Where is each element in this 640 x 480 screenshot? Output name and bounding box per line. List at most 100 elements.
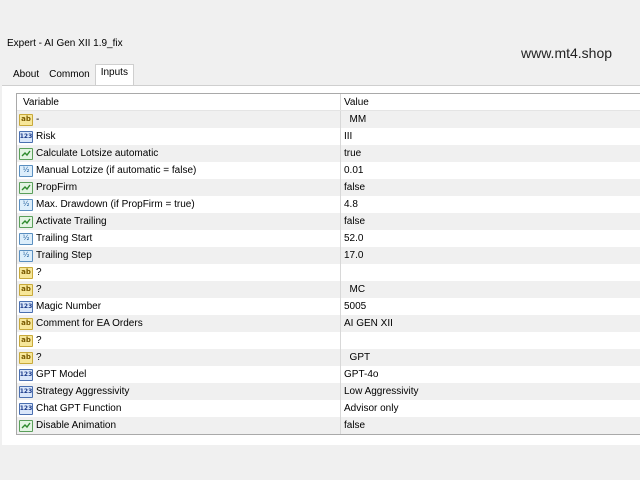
- variable-cell: ab?: [17, 264, 340, 281]
- variable-label: ?: [36, 352, 42, 363]
- value-cell[interactable]: false: [340, 179, 640, 196]
- value-cell[interactable]: 17.0: [340, 247, 640, 264]
- header-variable[interactable]: Variable: [17, 94, 340, 110]
- table-row[interactable]: ab Comment for EA Orders AI GEN XII: [17, 315, 640, 332]
- table-row[interactable]: 123 GPT Model GPT-4o: [17, 366, 640, 383]
- variable-cell: ab -: [17, 111, 340, 128]
- variable-label: PropFirm: [36, 182, 78, 193]
- integer-icon: 123: [19, 385, 33, 398]
- value-cell[interactable]: MM: [340, 111, 640, 128]
- integer-icon: 123: [19, 368, 33, 381]
- variable-label: Manual Lotzize (if automatic = false): [36, 165, 197, 176]
- tab-bar: About Common Inputs: [8, 64, 134, 86]
- variable-cell: ½ Manual Lotzize (if automatic = false): [17, 162, 340, 179]
- variable-label: GPT Model: [36, 369, 87, 380]
- value-cell[interactable]: Advisor only: [340, 400, 640, 417]
- table-row[interactable]: ½ Trailing Step 17.0: [17, 247, 640, 264]
- value-cell[interactable]: AI GEN XII: [340, 315, 640, 332]
- header-value[interactable]: Value: [340, 94, 640, 110]
- table-row[interactable]: PropFirm false: [17, 179, 640, 196]
- value-cell[interactable]: 0.01: [340, 162, 640, 179]
- variable-label: Trailing Start: [36, 233, 93, 244]
- string-icon: ab: [19, 266, 33, 279]
- tab-about[interactable]: About: [8, 66, 45, 86]
- variable-cell: 123 Strategy Aggressivity: [17, 383, 340, 400]
- inputs-grid: Variable Value ab - MM 123 Risk III Calculate…: [16, 93, 640, 435]
- tab-inputs[interactable]: Inputs: [94, 64, 134, 86]
- double-icon: ½: [19, 249, 33, 262]
- table-row[interactable]: ab - MM: [17, 111, 640, 128]
- string-icon: ab: [19, 317, 33, 330]
- variable-cell: ½ Max. Drawdown (if PropFirm = true): [17, 196, 340, 213]
- table-row[interactable]: ab? GPT: [17, 349, 640, 366]
- double-icon: ½: [19, 198, 33, 211]
- table-row[interactable]: ab?: [17, 332, 640, 349]
- variable-label: Activate Trailing: [36, 216, 107, 227]
- variable-label: ?: [36, 284, 42, 295]
- variable-label: Calculate Lotsize automatic: [36, 148, 159, 159]
- value-cell[interactable]: 4.8: [340, 196, 640, 213]
- variable-label: ?: [36, 267, 42, 278]
- string-icon: ab: [19, 283, 33, 296]
- value-cell[interactable]: MC: [340, 281, 640, 298]
- variable-cell: 123 Risk: [17, 128, 340, 145]
- table-row[interactable]: ½ Trailing Start 52.0: [17, 230, 640, 247]
- integer-icon: 123: [19, 300, 33, 313]
- value-cell[interactable]: [340, 264, 640, 281]
- tab-common[interactable]: Common: [44, 66, 95, 86]
- table-row[interactable]: Activate Trailing false: [17, 213, 640, 230]
- table-row[interactable]: 123 Strategy Aggressivity Low Aggressivity: [17, 383, 640, 400]
- variable-cell: ab?: [17, 281, 340, 298]
- variable-cell: Calculate Lotsize automatic: [17, 145, 340, 162]
- variable-label: Strategy Aggressivity: [36, 386, 130, 397]
- window-title: Expert - AI Gen XII 1.9_fix: [7, 38, 123, 49]
- variable-label: Magic Number: [36, 301, 102, 312]
- variable-cell: 123 Chat GPT Function: [17, 400, 340, 417]
- table-row[interactable]: 123 Magic Number 5005: [17, 298, 640, 315]
- bool-icon: [19, 215, 33, 228]
- value-cell[interactable]: true: [340, 145, 640, 162]
- variable-cell: Activate Trailing: [17, 213, 340, 230]
- variable-label: Comment for EA Orders: [36, 318, 143, 329]
- table-row[interactable]: ½ Max. Drawdown (if PropFirm = true) 4.8: [17, 196, 640, 213]
- value-cell[interactable]: 52.0: [340, 230, 640, 247]
- variable-label: Max. Drawdown (if PropFirm = true): [36, 199, 195, 210]
- bool-icon: [19, 181, 33, 194]
- variable-label: Disable Animation: [36, 420, 117, 431]
- variable-label: -: [36, 114, 40, 125]
- integer-icon: 123: [19, 402, 33, 415]
- variable-label: Trailing Step: [36, 250, 92, 261]
- string-icon: ab: [19, 334, 33, 347]
- value-cell[interactable]: III: [340, 128, 640, 145]
- variable-label: Chat GPT Function: [36, 403, 122, 414]
- value-cell[interactable]: [340, 332, 640, 349]
- bool-icon: [19, 147, 33, 160]
- variable-label: ?: [36, 335, 42, 346]
- variable-label: Risk: [36, 131, 56, 142]
- table-row[interactable]: ½ Manual Lotzize (if automatic = false) 0.…: [17, 162, 640, 179]
- integer-icon: 123: [19, 130, 33, 143]
- table-row[interactable]: 123 Chat GPT Function Advisor only: [17, 400, 640, 417]
- table-row[interactable]: Disable Animation false: [17, 417, 640, 434]
- variable-cell: ab?: [17, 349, 340, 366]
- variable-cell: 123 Magic Number: [17, 298, 340, 315]
- double-icon: ½: [19, 232, 33, 245]
- value-cell[interactable]: Low Aggressivity: [340, 383, 640, 400]
- table-row[interactable]: Calculate Lotsize automatic true: [17, 145, 640, 162]
- value-cell[interactable]: GPT-4o: [340, 366, 640, 383]
- variable-cell: ½ Trailing Step: [17, 247, 340, 264]
- variable-cell: 123 GPT Model: [17, 366, 340, 383]
- value-cell[interactable]: GPT: [340, 349, 640, 366]
- variable-cell: Disable Animation: [17, 417, 340, 434]
- table-row[interactable]: ab? MC: [17, 281, 640, 298]
- table-row[interactable]: ab?: [17, 264, 640, 281]
- watermark: www.mt4.shop: [521, 45, 613, 61]
- value-cell[interactable]: false: [340, 417, 640, 434]
- double-icon: ½: [19, 164, 33, 177]
- value-cell[interactable]: 5005: [340, 298, 640, 315]
- table-row[interactable]: 123 Risk III: [17, 128, 640, 145]
- value-cell[interactable]: false: [340, 213, 640, 230]
- bool-icon: [19, 419, 33, 432]
- variable-cell: ½ Trailing Start: [17, 230, 340, 247]
- grid-header: Variable Value: [17, 94, 640, 111]
